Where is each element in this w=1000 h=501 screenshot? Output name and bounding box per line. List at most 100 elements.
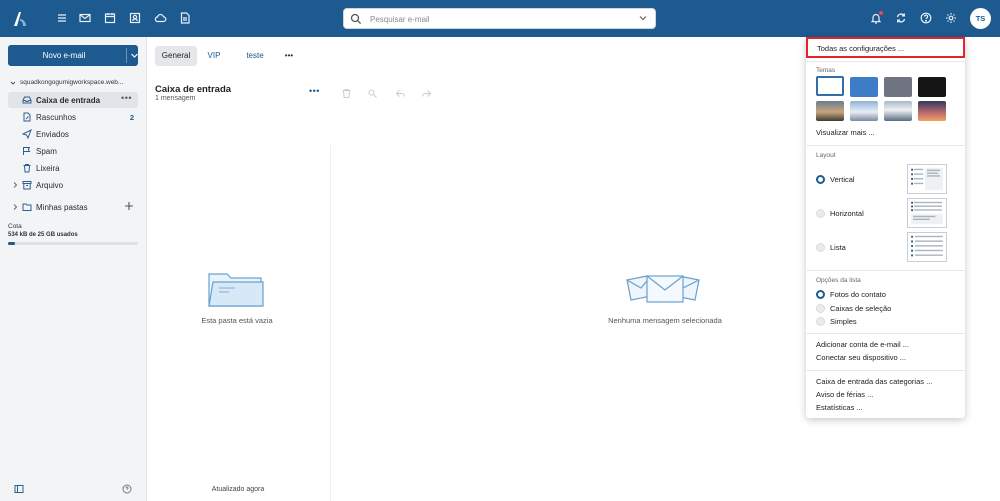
all-settings-item[interactable]: Todas as configurações ... (806, 37, 965, 58)
sidebar-item-trash[interactable]: Lixeira (8, 160, 138, 176)
divider (806, 145, 965, 146)
forward-icon[interactable] (421, 88, 432, 99)
app-logo[interactable] (12, 10, 28, 28)
folder-more-button[interactable]: ••• (121, 93, 132, 103)
layout-vertical-radio[interactable] (816, 175, 825, 184)
theme-swatch-landscape[interactable] (816, 101, 844, 121)
sidebar-item-spam[interactable]: Spam (8, 143, 138, 159)
chevron-down-icon[interactable] (638, 13, 648, 23)
quota-bar (8, 242, 138, 245)
tab-more[interactable]: ••• (278, 46, 300, 66)
sidebar-item-label: Enviados (36, 130, 69, 139)
archive-icon (22, 181, 32, 190)
tab-teste[interactable]: teste (238, 46, 272, 66)
chevron-down-icon[interactable] (10, 80, 16, 86)
layout-vertical-label[interactable]: Vertical (830, 175, 855, 184)
search-icon (350, 13, 362, 25)
settings-dropdown: Todas as configurações ... Temas Visuali… (806, 37, 965, 418)
theme-swatch-mountain[interactable] (884, 101, 912, 121)
sidebar-item-my-folders[interactable]: Minhas pastas (8, 199, 138, 215)
sidebar-item-archive[interactable]: Arquivo (8, 177, 138, 193)
view-more-themes-link[interactable]: Visualizar mais ... (816, 128, 875, 137)
empty-folder-illustration (208, 273, 264, 307)
notes-icon[interactable] (178, 11, 192, 25)
sidebar-item-inbox[interactable]: Caixa de entrada ••• (8, 92, 138, 108)
sidebar-item-sent[interactable]: Enviados (8, 126, 138, 142)
calendar-icon[interactable] (103, 11, 117, 25)
search-input[interactable] (370, 12, 620, 26)
checkboxes-radio[interactable] (816, 304, 825, 313)
trash-icon (23, 164, 31, 173)
statistics-link[interactable]: Estatísticas ... (816, 403, 863, 412)
empty-reader-text: Nenhuma mensagem selecionada (608, 316, 722, 325)
vacation-notice-link[interactable]: Aviso de férias ... (816, 390, 873, 399)
tag-icon[interactable] (367, 88, 378, 99)
empty-mail-illustration (626, 275, 700, 303)
divider (806, 270, 965, 271)
notification-badge (879, 11, 883, 15)
theme-swatch-black[interactable] (918, 77, 946, 97)
quota-label: Cota (8, 223, 22, 230)
sidebar-toggle-icon[interactable] (14, 484, 24, 494)
reply-icon[interactable] (395, 88, 406, 99)
chevron-right-icon[interactable] (11, 181, 19, 189)
simple-radio[interactable] (816, 317, 825, 326)
sidebar: Novo e-mail squadkongogumigworkspace.web… (0, 37, 147, 501)
divider (806, 370, 965, 371)
tab-vip[interactable]: VIP (200, 46, 228, 66)
checkboxes-label[interactable]: Caixas de seleção (830, 304, 891, 313)
layout-list-preview[interactable] (907, 232, 947, 262)
theme-swatch-gray[interactable] (884, 77, 912, 97)
mail-icon[interactable] (78, 11, 92, 25)
search-bar[interactable] (343, 8, 656, 29)
sidebar-item-drafts[interactable]: Rascunhos 2 (8, 109, 138, 125)
menu-icon[interactable] (55, 11, 69, 25)
layout-horizontal-preview[interactable] (907, 198, 947, 228)
layout-list-radio[interactable] (816, 243, 825, 252)
layout-vertical-preview[interactable] (907, 164, 947, 194)
sidebar-item-label: Minhas pastas (36, 203, 88, 212)
chevron-down-icon[interactable] (130, 51, 139, 60)
updated-status: Atualizado agora (211, 486, 265, 493)
connect-device-link[interactable]: Conectar seu dispositivo ... (816, 353, 906, 362)
sidebar-item-label: Caixa de entrada (36, 96, 101, 105)
theme-swatch-blue[interactable] (850, 77, 878, 97)
help-icon[interactable] (122, 484, 132, 494)
layout-horizontal-label[interactable]: Horizontal (830, 209, 864, 218)
sync-icon[interactable] (894, 11, 908, 25)
add-folder-icon[interactable] (124, 201, 134, 211)
theme-swatch-sunset[interactable] (918, 101, 946, 121)
compose-button[interactable]: Novo e-mail (8, 45, 138, 66)
simple-label[interactable]: Simples (830, 317, 857, 326)
contact-photos-radio[interactable] (816, 290, 825, 299)
layout-horizontal-radio[interactable] (816, 209, 825, 218)
inbox-icon (22, 96, 32, 104)
list-options-heading: Opções da lista (816, 277, 861, 284)
contacts-icon[interactable] (128, 11, 142, 25)
gear-icon[interactable] (944, 11, 958, 25)
contact-photos-label[interactable]: Fotos do contato (830, 290, 886, 299)
sidebar-item-label: Arquivo (36, 181, 64, 190)
cloud-icon[interactable] (153, 11, 167, 25)
compose-separator (126, 48, 127, 63)
list-more-button[interactable]: ••• (309, 86, 320, 96)
chevron-right-icon[interactable] (11, 203, 19, 211)
avatar[interactable]: TS (970, 8, 991, 29)
spam-icon (23, 147, 31, 155)
trash-icon[interactable] (341, 88, 352, 99)
themes-heading: Temas (816, 67, 836, 74)
add-email-account-link[interactable]: Adicionar conta de e-mail ... (816, 340, 909, 349)
tab-general[interactable]: General (155, 46, 197, 66)
help-icon[interactable] (919, 11, 933, 25)
layout-list-label[interactable]: Lista (830, 243, 846, 252)
quota-section: Cota 534 kB de 25 GB usados (8, 223, 78, 238)
sidebar-item-label: Lixeira (36, 164, 60, 173)
theme-swatch-sky[interactable] (850, 101, 878, 121)
account-header[interactable]: squadkongogumigworkspace.web... (8, 78, 140, 88)
unread-count: 2 (129, 113, 134, 122)
divider (806, 61, 965, 62)
quota-usage: 534 kB de 25 GB usados (8, 232, 78, 238)
theme-swatch-white[interactable] (816, 76, 844, 96)
category-inbox-link[interactable]: Caixa de entrada das categorias ... (816, 377, 932, 386)
layout-heading: Layout (816, 152, 836, 159)
